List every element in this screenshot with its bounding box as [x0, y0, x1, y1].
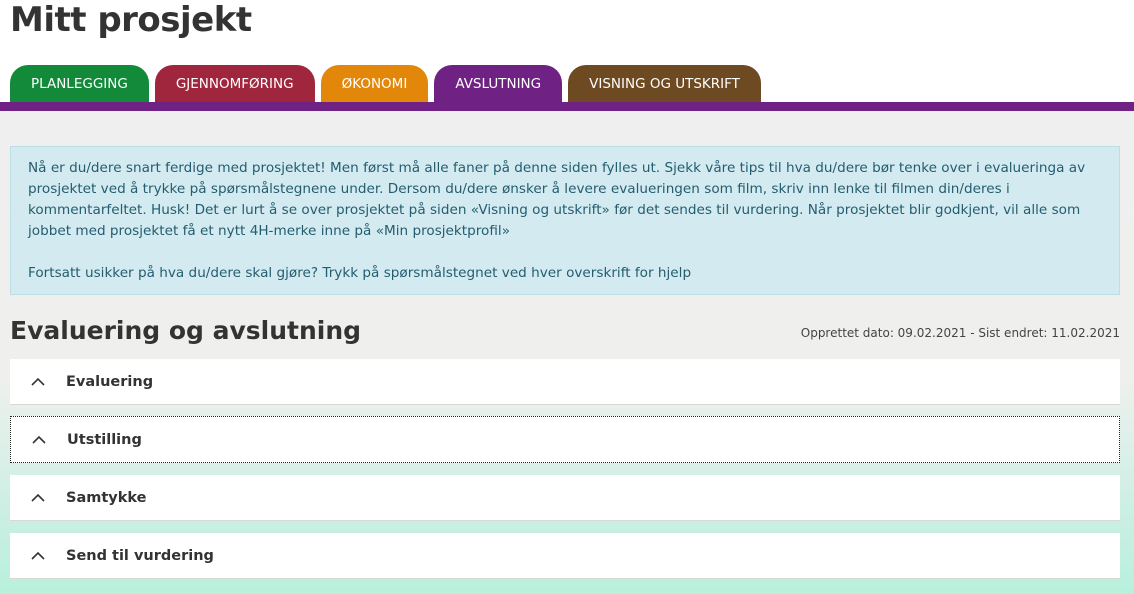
tab-gjennomforing[interactable]: GJENNOMFØRING [154, 65, 315, 102]
info-text: Nå er du/dere snart ferdige med prosjekt… [28, 160, 1086, 239]
info-box: Nå er du/dere snart ferdige med prosjekt… [10, 146, 1120, 295]
project-tabs: PLANLEGGING GJENNOMFØRING ØKONOMI AVSLUT… [10, 65, 761, 102]
tab-okonomi[interactable]: ØKONOMI [320, 65, 429, 102]
section-title: Evaluering og avslutning [10, 316, 362, 345]
panel-label: Evaluering [66, 373, 154, 390]
panel-label: Send til vurdering [66, 547, 214, 564]
page-title: Mitt prosjekt [10, 0, 252, 40]
panel-samtykke[interactable]: Samtykke [10, 475, 1120, 521]
tab-planlegging[interactable]: PLANLEGGING [10, 65, 149, 102]
dates-meta: Opprettet dato: 09.02.2021 - Sist endret… [800, 326, 1120, 340]
panel-label: Utstilling [67, 431, 142, 448]
chevron-up-icon [10, 493, 66, 502]
tab-visning-og-utskrift[interactable]: VISNING OG UTSKRIFT [568, 65, 761, 102]
chevron-up-icon [11, 435, 67, 444]
chevron-up-icon [10, 377, 66, 386]
panel-evaluering[interactable]: Evaluering [10, 359, 1120, 405]
tab-content: Nå er du/dere snart ferdige med prosjekt… [0, 111, 1134, 594]
active-tab-bar [0, 102, 1134, 111]
tab-avslutning[interactable]: AVSLUTNING [434, 65, 563, 102]
panel-label: Samtykke [66, 489, 147, 506]
help-text: Fortsatt usikker på hva du/dere skal gjø… [28, 265, 692, 281]
panel-send-til-vurdering[interactable]: Send til vurdering [10, 533, 1120, 579]
panel-utstilling[interactable]: Utstilling [10, 416, 1120, 463]
chevron-up-icon [10, 551, 66, 560]
